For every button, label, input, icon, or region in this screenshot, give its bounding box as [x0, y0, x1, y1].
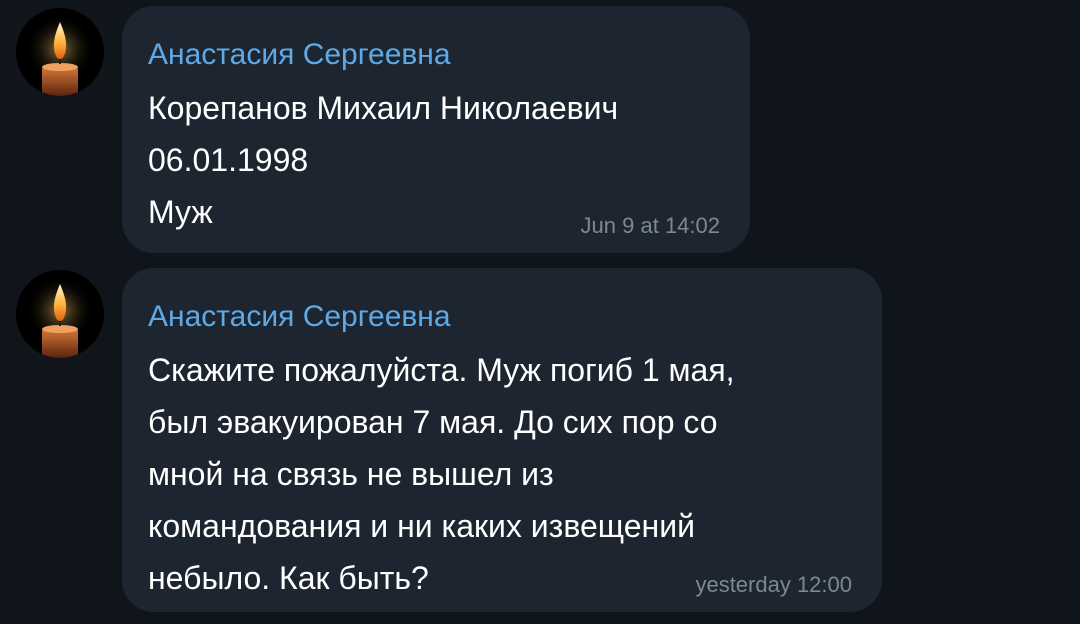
chat-view: Анастасия Сергеевна Корепанов Михаил Ник…: [0, 0, 1080, 624]
message-line: небыло. Как быть?: [148, 560, 429, 596]
candle-icon: [16, 8, 104, 96]
message-line: Корепанов Михаил Николаевич: [148, 90, 619, 126]
message-bubble[interactable]: Анастасия Сергеевна Скажите пожалуйста. …: [122, 268, 882, 612]
sender-avatar[interactable]: [16, 8, 104, 96]
message-line: Скажите пожалуйста. Муж погиб 1 мая,: [148, 352, 735, 388]
message-line: 06.01.1998: [148, 142, 309, 178]
message-line: командования и ни каких извещений: [148, 508, 695, 544]
message-bubble[interactable]: Анастасия Сергеевна Корепанов Михаил Ник…: [122, 6, 750, 253]
candle-icon: [16, 270, 104, 358]
sender-name[interactable]: Анастасия Сергеевна: [148, 300, 451, 334]
sender-avatar[interactable]: [16, 270, 104, 358]
message-timestamp: Jun 9 at 14:02: [580, 213, 720, 238]
message-text: Скажите пожалуйста. Муж погиб 1 мая, был…: [148, 344, 735, 604]
message-line: Муж: [148, 194, 213, 230]
sender-name[interactable]: Анастасия Сергеевна: [148, 38, 451, 72]
message-line: мной на связь не вышел из: [148, 456, 554, 492]
message-timestamp: yesterday 12:00: [695, 572, 852, 597]
message-line: был эвакуирован 7 мая. До сих пор со: [148, 404, 718, 440]
message-text: Корепанов Михаил Николаевич 06.01.1998 М…: [148, 82, 618, 238]
